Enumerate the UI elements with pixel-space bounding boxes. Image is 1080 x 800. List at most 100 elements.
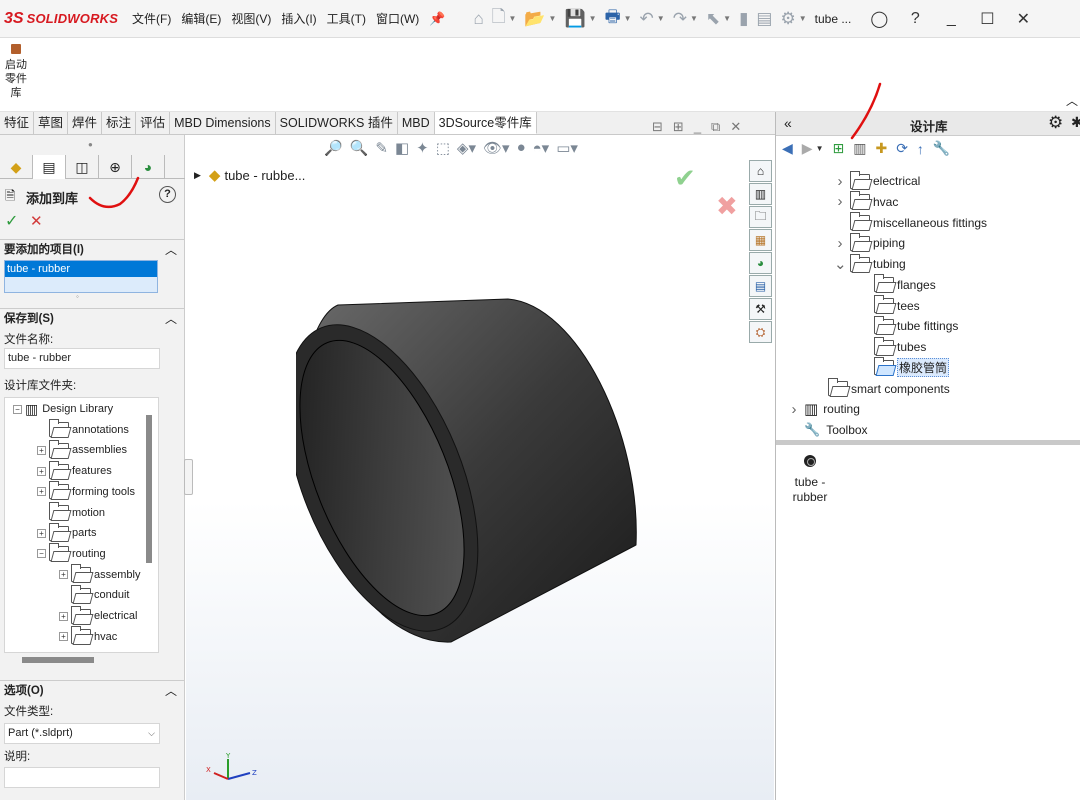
- menu-item[interactable]: 视图(V): [231, 10, 271, 27]
- open-folder-icon[interactable]: 📂: [524, 9, 545, 29]
- user-icon[interactable]: ◯: [861, 9, 897, 29]
- expand-node-icon[interactable]: +: [59, 570, 68, 580]
- part-library-tab[interactable]: ⛭: [749, 321, 772, 343]
- print-icon[interactable]: 🖶: [605, 4, 621, 33]
- file-name-input[interactable]: tube - rubber: [4, 348, 160, 369]
- back-icon[interactable]: ◀: [782, 140, 793, 157]
- view-orientation-icon[interactable]: ⬚: [436, 139, 450, 157]
- tree-node[interactable]: + parts: [37, 522, 96, 543]
- apply-scene-icon[interactable]: ◓▾: [533, 139, 550, 157]
- tab-configuration-manager[interactable]: ◫: [66, 155, 99, 179]
- help-icon[interactable]: ?: [159, 186, 176, 203]
- minimize-icon[interactable]: _: [694, 119, 701, 135]
- command-tab[interactable]: 草图: [34, 112, 69, 134]
- tree-node[interactable]: + hvac: [59, 626, 117, 647]
- menu-item[interactable]: 工具(T): [327, 10, 366, 27]
- tree-node[interactable]: + forming tools: [37, 481, 135, 502]
- command-tab[interactable]: 焊件: [68, 112, 103, 134]
- tree-node[interactable]: + electrical: [59, 605, 137, 626]
- chevron-down-icon[interactable]: ▼: [657, 14, 665, 23]
- tree-node[interactable]: + assemblies: [37, 439, 127, 460]
- collapse-pane-icon[interactable]: «: [784, 115, 792, 131]
- options-section[interactable]: 选项(O) ︿: [0, 680, 185, 700]
- split-window-icon[interactable]: ⊞: [673, 119, 684, 135]
- tree-node[interactable]: › piping: [834, 232, 905, 253]
- section-view-icon[interactable]: ◧: [395, 139, 409, 157]
- tab-dimxpert-manager[interactable]: ⊕: [99, 155, 132, 179]
- close-icon[interactable]: ✕: [730, 119, 741, 135]
- tree-horizontal-scrollbar[interactable]: [22, 657, 94, 663]
- cancel-button[interactable]: ✕: [30, 212, 43, 230]
- tree-node[interactable]: motion: [37, 502, 105, 523]
- chevron-down-icon[interactable]: ▼: [549, 14, 557, 23]
- save-to-section[interactable]: 保存到(S) ︿: [0, 308, 185, 328]
- tree-node[interactable]: miscellaneous fittings: [834, 212, 987, 233]
- command-tab[interactable]: 标注: [102, 112, 137, 134]
- selected-item[interactable]: tube - rubber: [5, 261, 157, 277]
- panel-splitter-handle[interactable]: [184, 459, 193, 495]
- zoom-to-area-icon[interactable]: 🔍: [350, 139, 369, 157]
- tree-node[interactable]: annotations: [37, 419, 129, 440]
- expand-arrow-icon[interactable]: ▶: [194, 170, 201, 181]
- maximize-icon[interactable]: ☐: [969, 9, 1005, 29]
- tab-display-manager[interactable]: ◕: [132, 155, 165, 179]
- pin-icon[interactable]: 📌: [429, 11, 445, 27]
- solidworks-logo[interactable]: 3S SOLIDWORKS: [4, 10, 132, 28]
- tree-node[interactable]: conduit: [59, 584, 129, 605]
- previous-view-icon[interactable]: ✎: [375, 139, 388, 157]
- tree-node[interactable]: − routing: [37, 543, 106, 564]
- items-to-add-section[interactable]: 要添加的项目(I) ︿: [0, 239, 185, 259]
- tree-node[interactable]: + assembly: [59, 564, 140, 585]
- command-tab[interactable]: SOLIDWORKS 插件: [276, 112, 398, 134]
- refresh-icon[interactable]: ⟳: [896, 140, 908, 157]
- expand-node-icon[interactable]: ›: [788, 401, 800, 418]
- collapse-chevron-icon[interactable]: ︿: [165, 309, 177, 329]
- undo-icon[interactable]: ↶: [640, 9, 654, 29]
- appearances-tab[interactable]: ◕: [749, 252, 772, 274]
- home-icon[interactable]: ⌂: [474, 9, 484, 29]
- expand-node-icon[interactable]: ›: [834, 235, 846, 252]
- zoom-to-fit-icon[interactable]: 🔎: [324, 139, 343, 157]
- tile-window-icon[interactable]: ⊟: [652, 119, 663, 135]
- command-tab[interactable]: 特征: [0, 112, 35, 134]
- new-document-icon[interactable]: 🗋: [492, 4, 506, 33]
- feature-tree-flyout[interactable]: ▶ ◆ tube - rubbe...: [194, 166, 305, 184]
- redo-icon[interactable]: ↷: [673, 9, 687, 29]
- chevron-down-icon[interactable]: ▼: [589, 14, 597, 23]
- tree-vertical-scrollbar[interactable]: [146, 415, 152, 563]
- expand-node-icon[interactable]: +: [37, 466, 46, 476]
- dynamic-annotation-icon[interactable]: ✦: [416, 139, 429, 157]
- description-input[interactable]: [4, 767, 160, 788]
- add-file-location-icon[interactable]: ▥: [853, 140, 866, 157]
- tab-property-manager[interactable]: ▤: [33, 155, 66, 179]
- file-properties-icon[interactable]: ▤: [756, 9, 772, 29]
- launch-part-library-button[interactable]: 启动 零件 库: [3, 44, 29, 100]
- expand-node-icon[interactable]: +: [59, 611, 68, 621]
- list-resize-grip-icon[interactable]: ◦: [76, 292, 79, 301]
- expand-node-icon[interactable]: ›: [834, 173, 846, 190]
- chevron-down-icon[interactable]: ▼: [508, 14, 516, 23]
- save-icon[interactable]: 💾: [564, 9, 585, 29]
- tree-node[interactable]: › hvac: [834, 191, 898, 212]
- rebuild-icon[interactable]: ▮: [739, 9, 748, 29]
- tree-node[interactable]: › ▥ routing: [788, 399, 860, 419]
- pin-icon[interactable]: ✱: [1071, 114, 1080, 131]
- file-explorer-tab[interactable]: 🗀: [749, 206, 772, 228]
- design-library-tree[interactable]: › electrical › hvac miscellaneous fittings › p…: [776, 168, 1080, 440]
- tree-node[interactable]: 🔧 Toolbox: [788, 420, 868, 440]
- solidworks-resources-tab[interactable]: ⌂: [749, 160, 772, 182]
- tree-node[interactable]: − ▥ Design Library: [13, 399, 113, 419]
- command-tab[interactable]: 评估: [136, 112, 171, 134]
- edit-appearance-icon[interactable]: ●: [517, 139, 526, 157]
- chevron-down-icon[interactable]: ▼: [816, 144, 824, 153]
- custom-properties-tab[interactable]: ▤: [749, 275, 772, 297]
- library-item-tube-rubber[interactable]: tube - rubber: [782, 455, 838, 505]
- restore-icon[interactable]: ⧉: [711, 119, 720, 135]
- tube-rubber-model[interactable]: [296, 295, 656, 655]
- tree-node[interactable]: flanges: [858, 274, 936, 295]
- command-tab[interactable]: 3DSource零件库: [434, 112, 537, 134]
- expand-node-icon[interactable]: ›: [834, 193, 846, 210]
- view-settings-icon[interactable]: ▭▾: [556, 139, 578, 157]
- add-to-library-icon[interactable]: ⊞: [832, 140, 844, 157]
- design-library-folder-tree[interactable]: − ▥ Design Library annotations + assemblies + f…: [4, 397, 159, 653]
